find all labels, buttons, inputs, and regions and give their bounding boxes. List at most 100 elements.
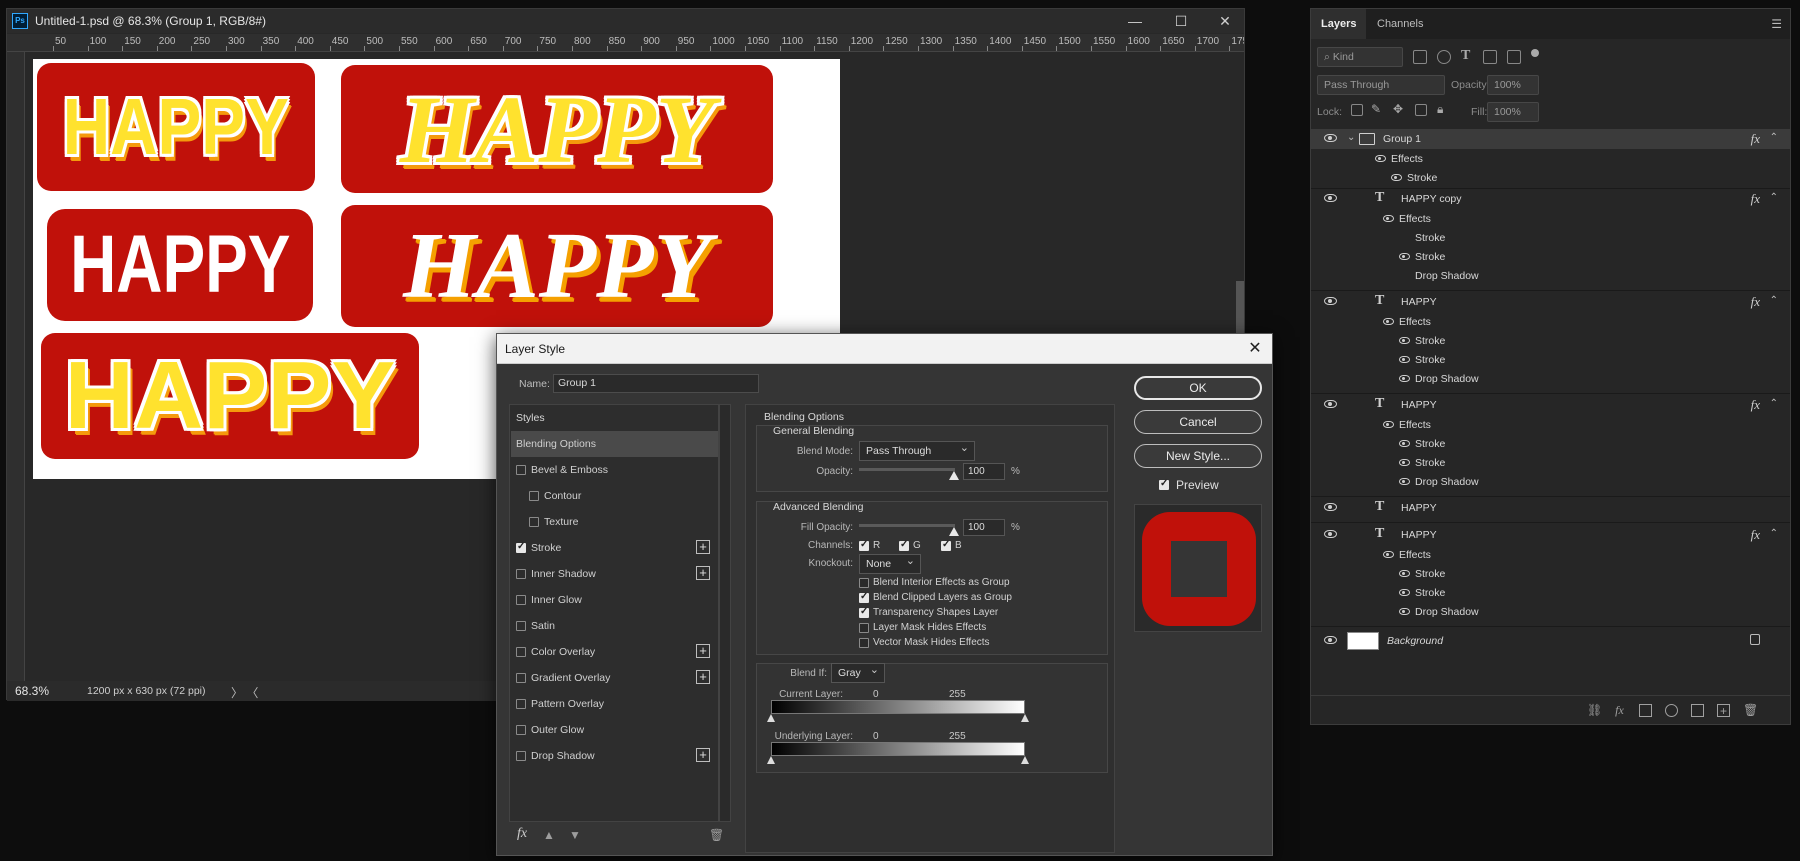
opacity-input[interactable]: 100% xyxy=(1487,75,1539,95)
visibility-eye-icon[interactable] xyxy=(1324,530,1337,538)
effects-row[interactable]: Effects xyxy=(1311,209,1790,229)
effect-row[interactable]: Stroke xyxy=(1311,331,1790,351)
effect-row[interactable]: Drop Shadow xyxy=(1311,266,1790,286)
effect-eye-icon[interactable] xyxy=(1399,478,1410,485)
effects-row[interactable]: Effects xyxy=(1311,545,1790,565)
current-layer-gradient[interactable] xyxy=(771,700,1025,714)
style-checkbox[interactable] xyxy=(516,699,526,709)
happy-badge-1[interactable]: HAPPY xyxy=(37,63,315,191)
cancel-button[interactable]: Cancel xyxy=(1134,410,1262,434)
caret-up-icon[interactable]: ⌃ xyxy=(1770,132,1778,143)
style-item-texture[interactable]: Texture xyxy=(511,509,718,535)
dialog-close-button[interactable]: ✕ xyxy=(1244,338,1266,360)
styles-header[interactable]: Styles xyxy=(511,405,718,431)
fill-opacity-slider-thumb[interactable] xyxy=(949,527,959,536)
style-checkbox[interactable] xyxy=(529,517,539,527)
ruler-vertical[interactable] xyxy=(7,52,25,692)
opacity-input[interactable]: 100 xyxy=(963,463,1005,480)
transparency-shapes-checkbox[interactable] xyxy=(859,606,869,618)
underlying-layer-white-slider[interactable] xyxy=(1021,756,1029,764)
ruler-horizontal[interactable]: 50 100 150 200 250 300 350 400 450 500 550 600 650 70… xyxy=(7,34,1244,52)
preview-checkbox[interactable] xyxy=(1159,478,1169,490)
underlying-layer-gradient[interactable] xyxy=(771,742,1025,756)
add-color-overlay-icon[interactable]: + xyxy=(696,644,710,658)
effects-row[interactable]: Effects xyxy=(1311,312,1790,332)
effect-row[interactable]: Drop Shadow xyxy=(1311,602,1790,622)
effect-eye-icon[interactable] xyxy=(1399,440,1410,447)
blend-mode-select[interactable]: Pass Through xyxy=(859,439,975,461)
filter-type-icon[interactable]: T xyxy=(1461,48,1470,64)
style-checkbox[interactable] xyxy=(516,751,526,761)
blend-if-select[interactable]: Gray xyxy=(831,661,885,683)
effect-row[interactable]: Stroke xyxy=(1311,453,1790,473)
add-drop-shadow-icon[interactable]: + xyxy=(696,748,710,762)
effect-row[interactable]: Stroke xyxy=(1311,564,1790,584)
ok-button[interactable]: OK xyxy=(1134,376,1262,400)
effects-eye-icon[interactable] xyxy=(1383,551,1394,558)
styles-scrollbar[interactable] xyxy=(719,404,731,822)
style-item-color-overlay[interactable]: Color Overlay + xyxy=(511,639,718,665)
fill-opacity-input[interactable]: 100 xyxy=(963,519,1005,536)
style-item-contour[interactable]: Contour xyxy=(511,483,718,509)
add-mask-icon[interactable] xyxy=(1639,704,1652,717)
tab-layers[interactable]: Layers xyxy=(1311,9,1367,39)
effect-row[interactable]: Stroke xyxy=(1311,434,1790,454)
layer-row-happy[interactable]: T HAPPY fx ⌃ xyxy=(1311,525,1790,545)
effect-eye-icon[interactable] xyxy=(1399,337,1410,344)
channel-g-checkbox[interactable] xyxy=(899,539,909,551)
effect-eye-icon[interactable] xyxy=(1399,608,1410,615)
dialog-titlebar[interactable]: Layer Style ✕ xyxy=(497,334,1272,364)
style-checkbox[interactable] xyxy=(529,491,539,501)
style-item-stroke[interactable]: Stroke + xyxy=(511,535,718,561)
style-checkbox[interactable] xyxy=(516,595,526,605)
lock-artboard-icon[interactable] xyxy=(1415,104,1427,116)
visibility-eye-icon[interactable] xyxy=(1324,297,1337,305)
effects-eye-icon[interactable] xyxy=(1383,318,1394,325)
visibility-eye-icon[interactable] xyxy=(1324,400,1337,408)
new-style-button[interactable]: New Style... xyxy=(1134,444,1262,468)
current-layer-white-slider[interactable] xyxy=(1021,714,1029,722)
caret-up-icon[interactable]: ⌃ xyxy=(1770,398,1778,409)
blend-clipped-layers-checkbox[interactable] xyxy=(859,591,869,603)
blend-interior-effects-checkbox[interactable] xyxy=(859,578,869,588)
style-item-blending-options[interactable]: Blending Options xyxy=(511,431,718,457)
visibility-eye-icon[interactable] xyxy=(1324,194,1337,202)
chevron-down-icon[interactable]: ⌄ xyxy=(1347,132,1355,143)
fill-opacity-slider[interactable] xyxy=(859,524,955,527)
filter-toggle-icon[interactable] xyxy=(1531,49,1539,57)
lock-image-icon[interactable]: ✎ xyxy=(1371,102,1381,116)
current-layer-black-slider[interactable] xyxy=(767,714,775,722)
layer-row-happy[interactable]: T HAPPY fx ⌃ xyxy=(1311,292,1790,312)
vertical-scrollbar[interactable] xyxy=(1236,281,1244,341)
tab-channels[interactable]: Channels xyxy=(1367,9,1433,39)
zoom-readout[interactable]: 68.3% xyxy=(15,684,49,698)
delete-effect-icon[interactable]: 🗑︎ xyxy=(709,828,724,842)
close-button[interactable]: ✕ xyxy=(1203,11,1247,31)
add-gradient-overlay-icon[interactable]: + xyxy=(696,670,710,684)
lock-all-icon[interactable]: 🔒︎ xyxy=(1437,102,1443,117)
fill-input[interactable]: 100% xyxy=(1487,102,1539,122)
document-titlebar[interactable]: Ps Untitled-1.psd @ 68.3% (Group 1, RGB/… xyxy=(7,9,1244,33)
style-checkbox[interactable] xyxy=(516,621,526,631)
happy-badge-2[interactable]: HAPPY xyxy=(341,65,773,193)
status-chevron-icon[interactable]: 〉 〈 xyxy=(231,684,258,701)
effect-eye-icon[interactable] xyxy=(1399,589,1410,596)
effect-eye-icon[interactable] xyxy=(1399,570,1410,577)
move-down-icon[interactable]: ▼ xyxy=(569,828,581,842)
layer-row-background[interactable]: Background xyxy=(1311,631,1790,651)
opacity-slider-thumb[interactable] xyxy=(949,471,959,480)
effects-eye-icon[interactable] xyxy=(1383,215,1394,222)
underlying-layer-black-slider[interactable] xyxy=(767,756,775,764)
opacity-slider[interactable] xyxy=(859,468,955,471)
effects-row[interactable]: Effects xyxy=(1311,415,1790,435)
fx-icon[interactable]: fx xyxy=(1751,294,1760,310)
lock-position-icon[interactable]: ✥ xyxy=(1393,102,1403,116)
style-checkbox[interactable] xyxy=(516,673,526,683)
new-layer-icon[interactable]: + xyxy=(1717,704,1730,718)
happy-badge-3[interactable]: HAPPY xyxy=(47,209,313,321)
effects-eye-icon[interactable] xyxy=(1383,421,1394,428)
filter-pixel-icon[interactable] xyxy=(1413,50,1427,64)
effect-eye-icon[interactable] xyxy=(1399,375,1410,382)
link-layers-icon[interactable]: ⛓ xyxy=(1587,704,1602,717)
style-item-gradient-overlay[interactable]: Gradient Overlay + xyxy=(511,665,718,691)
